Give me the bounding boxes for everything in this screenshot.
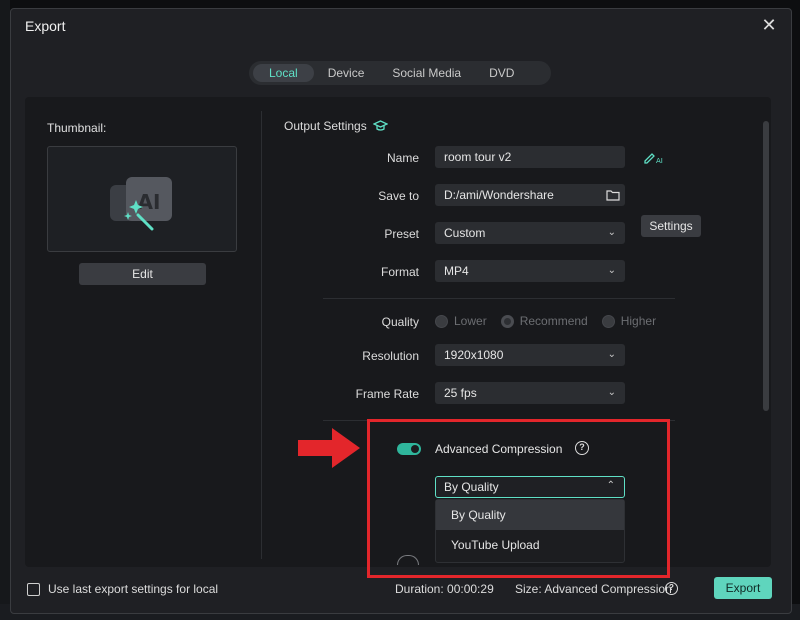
duration-text: Duration: 00:00:29 bbox=[395, 582, 494, 596]
output-settings-title: Output Settings bbox=[284, 119, 388, 133]
help-icon[interactable]: ? bbox=[665, 582, 678, 595]
resolution-label: Resolution bbox=[362, 349, 419, 363]
ai-rename-icon[interactable]: AI bbox=[643, 149, 663, 165]
export-tabs: Local Device Social Media DVD bbox=[249, 61, 551, 85]
red-arrow-icon bbox=[298, 428, 360, 468]
preset-settings-button[interactable]: Settings bbox=[641, 215, 701, 237]
quality-higher-label: Higher bbox=[620, 314, 657, 328]
preset-label: Preset bbox=[384, 227, 419, 241]
export-button[interactable]: Export bbox=[714, 577, 772, 599]
tab-local[interactable]: Local bbox=[253, 64, 314, 82]
size-text: Size: Advanced Compression bbox=[515, 582, 672, 596]
background-editor-strip bbox=[0, 0, 10, 620]
thumbnail-preview: AI bbox=[47, 146, 237, 252]
radio-dot bbox=[601, 314, 615, 328]
save-to-input[interactable]: D:/ami/Wondershare bbox=[435, 184, 625, 206]
section-divider bbox=[323, 298, 675, 299]
chevron-down-icon: ⌄ bbox=[607, 387, 616, 398]
quality-higher-radio[interactable]: Higher bbox=[601, 314, 657, 328]
tab-dvd[interactable]: DVD bbox=[475, 64, 528, 82]
ai-icon-text: AI bbox=[138, 190, 161, 214]
dialog-title: Export bbox=[25, 18, 66, 34]
frame-rate-label: Frame Rate bbox=[355, 387, 419, 401]
settings-scrollbar[interactable] bbox=[763, 121, 769, 411]
output-settings-label: Output Settings bbox=[284, 119, 367, 133]
quality-recommend-radio[interactable]: Recommend bbox=[500, 314, 588, 328]
edit-thumbnail-button[interactable]: Edit bbox=[79, 263, 206, 285]
chevron-down-icon: ⌄ bbox=[607, 349, 616, 360]
format-select[interactable]: MP4 ⌄ bbox=[435, 260, 625, 282]
quality-recommend-label: Recommend bbox=[519, 314, 588, 328]
tab-device[interactable]: Device bbox=[314, 64, 379, 82]
export-dialog: Export ✕ Local Device Social Media DVD T… bbox=[10, 8, 792, 614]
frame-rate-select[interactable]: 25 fps ⌄ bbox=[435, 382, 625, 404]
ai-image-icon: AI bbox=[110, 177, 172, 231]
tab-social-media[interactable]: Social Media bbox=[378, 64, 475, 82]
chevron-down-icon: ⌄ bbox=[607, 227, 616, 238]
resolution-value: 1920x1080 bbox=[444, 348, 504, 362]
thumbnail-label: Thumbnail: bbox=[47, 121, 107, 135]
panel-divider bbox=[261, 111, 262, 559]
save-to-path: D:/ami/Wondershare bbox=[444, 188, 554, 202]
quality-lower-label: Lower bbox=[454, 314, 487, 328]
preset-select[interactable]: Custom ⌄ bbox=[435, 222, 625, 244]
highlight-box bbox=[367, 419, 670, 578]
name-label: Name bbox=[386, 151, 419, 165]
resolution-select[interactable]: 1920x1080 ⌄ bbox=[435, 344, 625, 366]
frame-rate-value: 25 fps bbox=[444, 386, 477, 400]
svg-text:AI: AI bbox=[656, 157, 663, 165]
chevron-down-icon: ⌄ bbox=[607, 265, 616, 276]
quality-lower-radio[interactable]: Lower bbox=[435, 314, 487, 328]
quality-radio-group: Lower Recommend Higher bbox=[435, 314, 656, 328]
name-input[interactable]: room tour v2 bbox=[435, 146, 625, 168]
format-value: MP4 bbox=[444, 264, 469, 278]
close-icon[interactable]: ✕ bbox=[759, 15, 779, 35]
folder-icon[interactable] bbox=[606, 189, 620, 201]
use-last-settings-label: Use last export settings for local bbox=[48, 582, 219, 596]
radio-dot-selected bbox=[500, 314, 514, 328]
format-label: Format bbox=[380, 265, 419, 279]
quality-label: Quality bbox=[381, 315, 419, 329]
save-to-label: Save to bbox=[378, 189, 419, 203]
use-last-settings-checkbox[interactable] bbox=[27, 583, 40, 596]
radio-dot bbox=[435, 314, 448, 328]
graduation-cap-icon[interactable] bbox=[372, 120, 388, 132]
preset-value: Custom bbox=[444, 226, 486, 240]
